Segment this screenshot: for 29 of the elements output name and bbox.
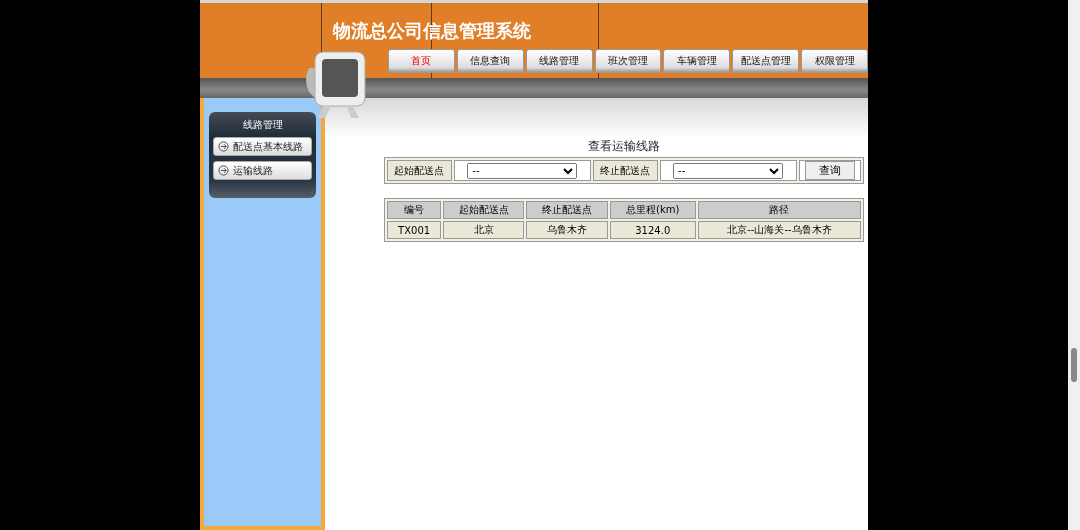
scrollbar[interactable] (1068, 0, 1080, 530)
table-cell: 乌鲁木齐 (526, 221, 608, 239)
page-title: 查看运输线路 (587, 138, 661, 155)
column-header: 编号 (387, 201, 442, 219)
table-cell: 北京 (443, 221, 525, 239)
column-header: 路径 (697, 201, 861, 219)
field-label: 起始配送点 (387, 160, 452, 181)
nav-tab[interactable]: 首页 (388, 49, 455, 73)
start-select[interactable]: -- (467, 162, 578, 179)
nav-tab[interactable]: 车辆管理 (663, 49, 731, 73)
sidebar-item[interactable]: 配送点基本线路 (213, 137, 312, 156)
query-button[interactable]: 查询 (804, 161, 855, 180)
end-select[interactable]: -- (673, 162, 784, 179)
column-header: 终止配送点 (526, 201, 608, 219)
nav-tab[interactable]: 权限管理 (801, 49, 868, 73)
nav-tab[interactable]: 信息查询 (456, 49, 524, 73)
table-cell: 3124.0 (609, 221, 696, 239)
nav-tab[interactable]: 班次管理 (594, 49, 662, 73)
table-cell: TX001 (387, 221, 442, 239)
arrow-circle-icon (218, 165, 229, 176)
nav-tab[interactable]: 线路管理 (525, 49, 593, 73)
sidebar-item[interactable]: 运输线路 (213, 161, 312, 180)
table-cell: 北京--山海关--乌鲁木齐 (697, 221, 861, 239)
arrow-circle-icon (218, 141, 229, 152)
sidebar-heading: 线路管理 (241, 118, 284, 132)
column-header: 总里程(km) (609, 201, 696, 219)
column-header: 起始配送点 (443, 201, 525, 219)
field-label: 终止配送点 (592, 160, 658, 181)
nav-tab[interactable]: 配送点管理 (732, 49, 800, 73)
